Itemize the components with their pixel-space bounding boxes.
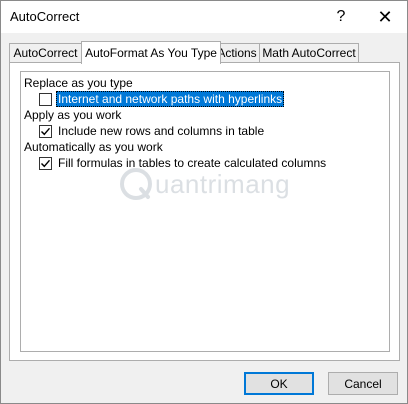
group-label-replace: Replace as you type [24, 76, 133, 90]
autocorrect-dialog: AutoCorrect ? ✕ AutoCorrect AutoFormat A… [0, 0, 408, 404]
tab-label: AutoCorrect [13, 46, 78, 60]
check-icon [41, 159, 51, 167]
help-icon: ? [336, 8, 346, 25]
check-icon [41, 127, 51, 135]
watermark-text: uantrimang [155, 168, 291, 199]
ok-button-label: OK [270, 376, 288, 391]
cancel-button[interactable]: Cancel [328, 372, 398, 395]
watermark-logo: uantrimang [119, 164, 290, 204]
option-include-new-rows-columns[interactable]: Include new rows and columns in table [39, 123, 266, 139]
option-label: Internet and network paths with hyperlin… [56, 91, 285, 107]
tab-autoformat-as-you-type[interactable]: AutoFormat As You Type [81, 41, 221, 64]
help-button[interactable]: ? [319, 1, 363, 33]
group-label-automatically: Automatically as you work [24, 140, 163, 154]
tab-label: AutoFormat As You Type [85, 46, 217, 60]
tab-panel: Replace as you type Internet and network… [9, 62, 400, 361]
tab-autocorrect[interactable]: AutoCorrect [9, 43, 82, 62]
title-bar: AutoCorrect ? ✕ [1, 1, 407, 33]
options-list[interactable]: Replace as you type Internet and network… [20, 71, 390, 352]
checkbox-internet-paths[interactable] [39, 92, 52, 106]
close-icon: ✕ [377, 6, 393, 27]
tab-label: Math AutoCorrect [262, 46, 356, 60]
cancel-button-label: Cancel [344, 376, 382, 391]
checkbox-fill-formulas[interactable] [39, 156, 52, 170]
ok-button[interactable]: OK [244, 372, 314, 395]
dialog-title: AutoCorrect [10, 9, 80, 24]
option-internet-paths-hyperlinks[interactable]: Internet and network paths with hyperlin… [39, 91, 285, 107]
tab-math-autocorrect[interactable]: Math AutoCorrect [259, 43, 359, 62]
tab-label: Actions [217, 46, 257, 60]
option-label: Include new rows and columns in table [58, 124, 265, 138]
group-label-apply: Apply as you work [24, 108, 122, 122]
quantrimang-logo-icon [120, 168, 152, 200]
close-button[interactable]: ✕ [363, 1, 407, 33]
checkbox-include-rows-columns[interactable] [39, 124, 52, 138]
